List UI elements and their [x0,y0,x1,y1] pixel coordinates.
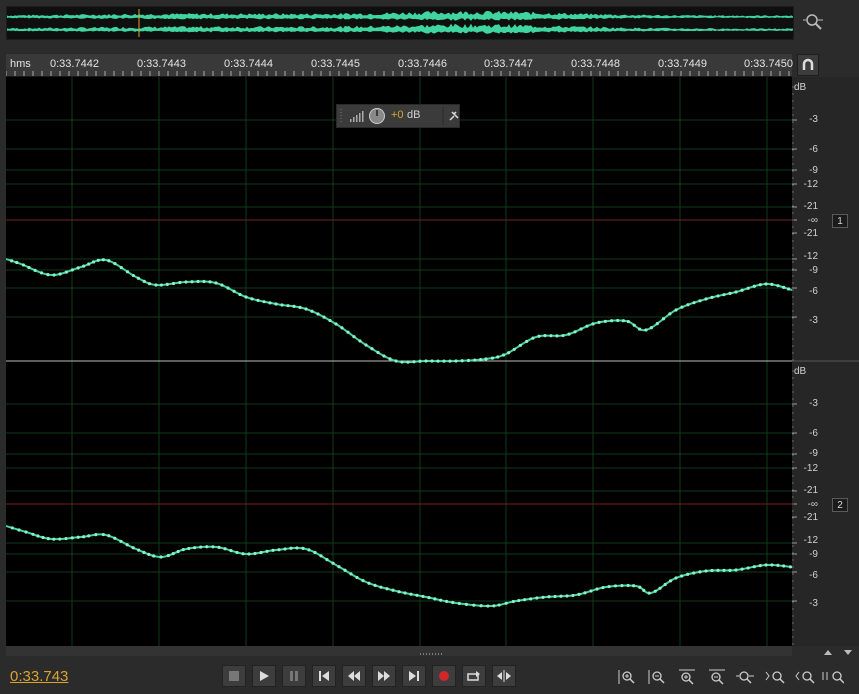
db-scale-label: -3 [809,598,818,609]
db-scale-label: -21 [803,512,818,523]
waveform-canvas [6,77,792,646]
db-scale-label: dB [794,82,807,93]
db-scale-label: -9 [809,165,818,176]
horizontal-scrollbar[interactable] [6,646,792,656]
db-scale-label: -12 [803,251,818,262]
db-scale-label: -3 [809,114,818,125]
fast-forward-button[interactable] [372,665,396,687]
db-scale-label: -6 [809,144,818,155]
db-scale-label: dB [794,366,807,377]
db-scale-label: -21 [803,228,818,239]
record-button[interactable] [432,665,456,687]
skip-to-start-icon [319,671,329,681]
skip-selection-icon [497,670,511,682]
loop-icon [467,671,480,681]
zoom-in-point-icon [765,671,785,684]
hud-value[interactable]: +0 [391,109,404,121]
db-scale-label: -9 [809,265,818,276]
skip-selection-button[interactable] [492,665,516,687]
pause-icon [290,671,298,681]
snap-button[interactable] [797,54,819,76]
db-scale-label: -9 [809,549,818,560]
overview-waveform-graphic [7,9,793,37]
db-scale-label: -6 [809,428,818,439]
zoom-full-icon [736,671,754,684]
db-scale-label: -3 [809,315,818,326]
zoom-out-point-icon [795,671,815,684]
play-button[interactable] [252,665,276,687]
scroll-grip [420,653,442,655]
zoom-out-amplitude-button[interactable] [646,668,668,686]
zoom-in-amplitude-button[interactable] [616,668,638,686]
db-scale-label: -9 [809,448,818,459]
zoom-out-point-button[interactable] [794,668,816,686]
db-scale-label: -21 [803,485,818,496]
play-icon [260,671,269,681]
db-scale-label: -∞ [807,215,818,226]
pause-button[interactable] [282,665,306,687]
zoom-in-time-icon [679,669,695,685]
zoom-out-amplitude-icon [648,670,665,684]
loop-button[interactable] [462,665,486,687]
db-scale-label: -3 [809,398,818,409]
stop-icon [229,671,239,681]
vertical-scroll-arrows[interactable] [820,648,856,656]
magnet-icon [802,58,814,70]
zoom-selection-icon [822,671,844,684]
db-scale-label: -12 [803,463,818,474]
fast-forward-icon [378,671,390,681]
ruler-ticks [6,71,790,76]
db-scale-label: -6 [809,570,818,581]
db-scale: dB -3 -6 -9 -12 -21 -∞ -21 -12 -9 -6 -3 … [792,77,859,646]
db-scale-label: -12 [803,535,818,546]
volume-hud[interactable]: +0 dB [336,104,460,128]
stop-button[interactable] [222,665,246,687]
zoom-to-selection-icon[interactable] [802,10,824,32]
channel-2-badge[interactable]: 2 [832,498,848,512]
volume-knob-icon [369,108,385,124]
db-scale-label: -6 [809,286,818,297]
record-icon [439,671,449,681]
db-scale-label: -21 [803,201,818,212]
db-scale-label: -12 [803,179,818,190]
go-to-end-button[interactable] [402,665,426,687]
current-time[interactable]: 0:33.743 [10,668,68,685]
go-to-start-button[interactable] [312,665,336,687]
zoom-selection-button[interactable] [822,668,844,686]
zoom-full-button[interactable] [734,668,756,686]
level-meter-icon [350,111,364,122]
zoom-out-time-icon [709,669,725,685]
time-ruler[interactable]: hms 0:33.7442 0:33.7443 0:33.7444 0:33.7… [6,54,793,77]
hud-unit: dB [407,109,421,121]
zoom-in-time-button[interactable] [676,668,698,686]
skip-to-end-icon [409,671,419,681]
rewind-icon [348,671,360,681]
zoom-out-time-button[interactable] [706,668,728,686]
zoom-in-point-button[interactable] [764,668,786,686]
channel-1-badge[interactable]: 1 [832,214,848,228]
rewind-button[interactable] [342,665,366,687]
zoom-in-amplitude-icon [618,670,635,684]
waveform-editor[interactable] [6,77,792,646]
overview-waveform[interactable] [6,6,794,40]
pin-icon [449,111,459,121]
db-scale-label: -∞ [807,499,818,510]
